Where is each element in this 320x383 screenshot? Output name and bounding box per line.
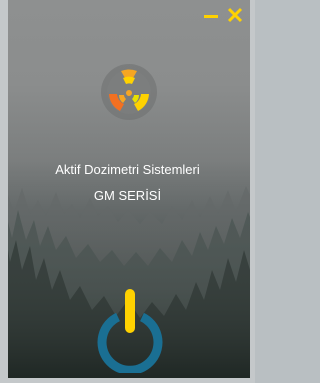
radiation-icon (101, 64, 157, 120)
app-subtitle: GM SERİSİ (93, 188, 162, 203)
close-button[interactable] (226, 6, 244, 24)
app-title: Aktif Dozimetri Sistemleri (55, 162, 200, 177)
window-frame-bottom (0, 378, 255, 383)
app-window: Aktif Dozimetri Sistemleri GM SERİSİ (0, 0, 255, 383)
minimize-button[interactable] (203, 6, 219, 24)
power-icon (97, 289, 163, 375)
close-icon (227, 7, 243, 23)
power-button[interactable] (96, 285, 164, 375)
minimize-icon (204, 15, 218, 18)
